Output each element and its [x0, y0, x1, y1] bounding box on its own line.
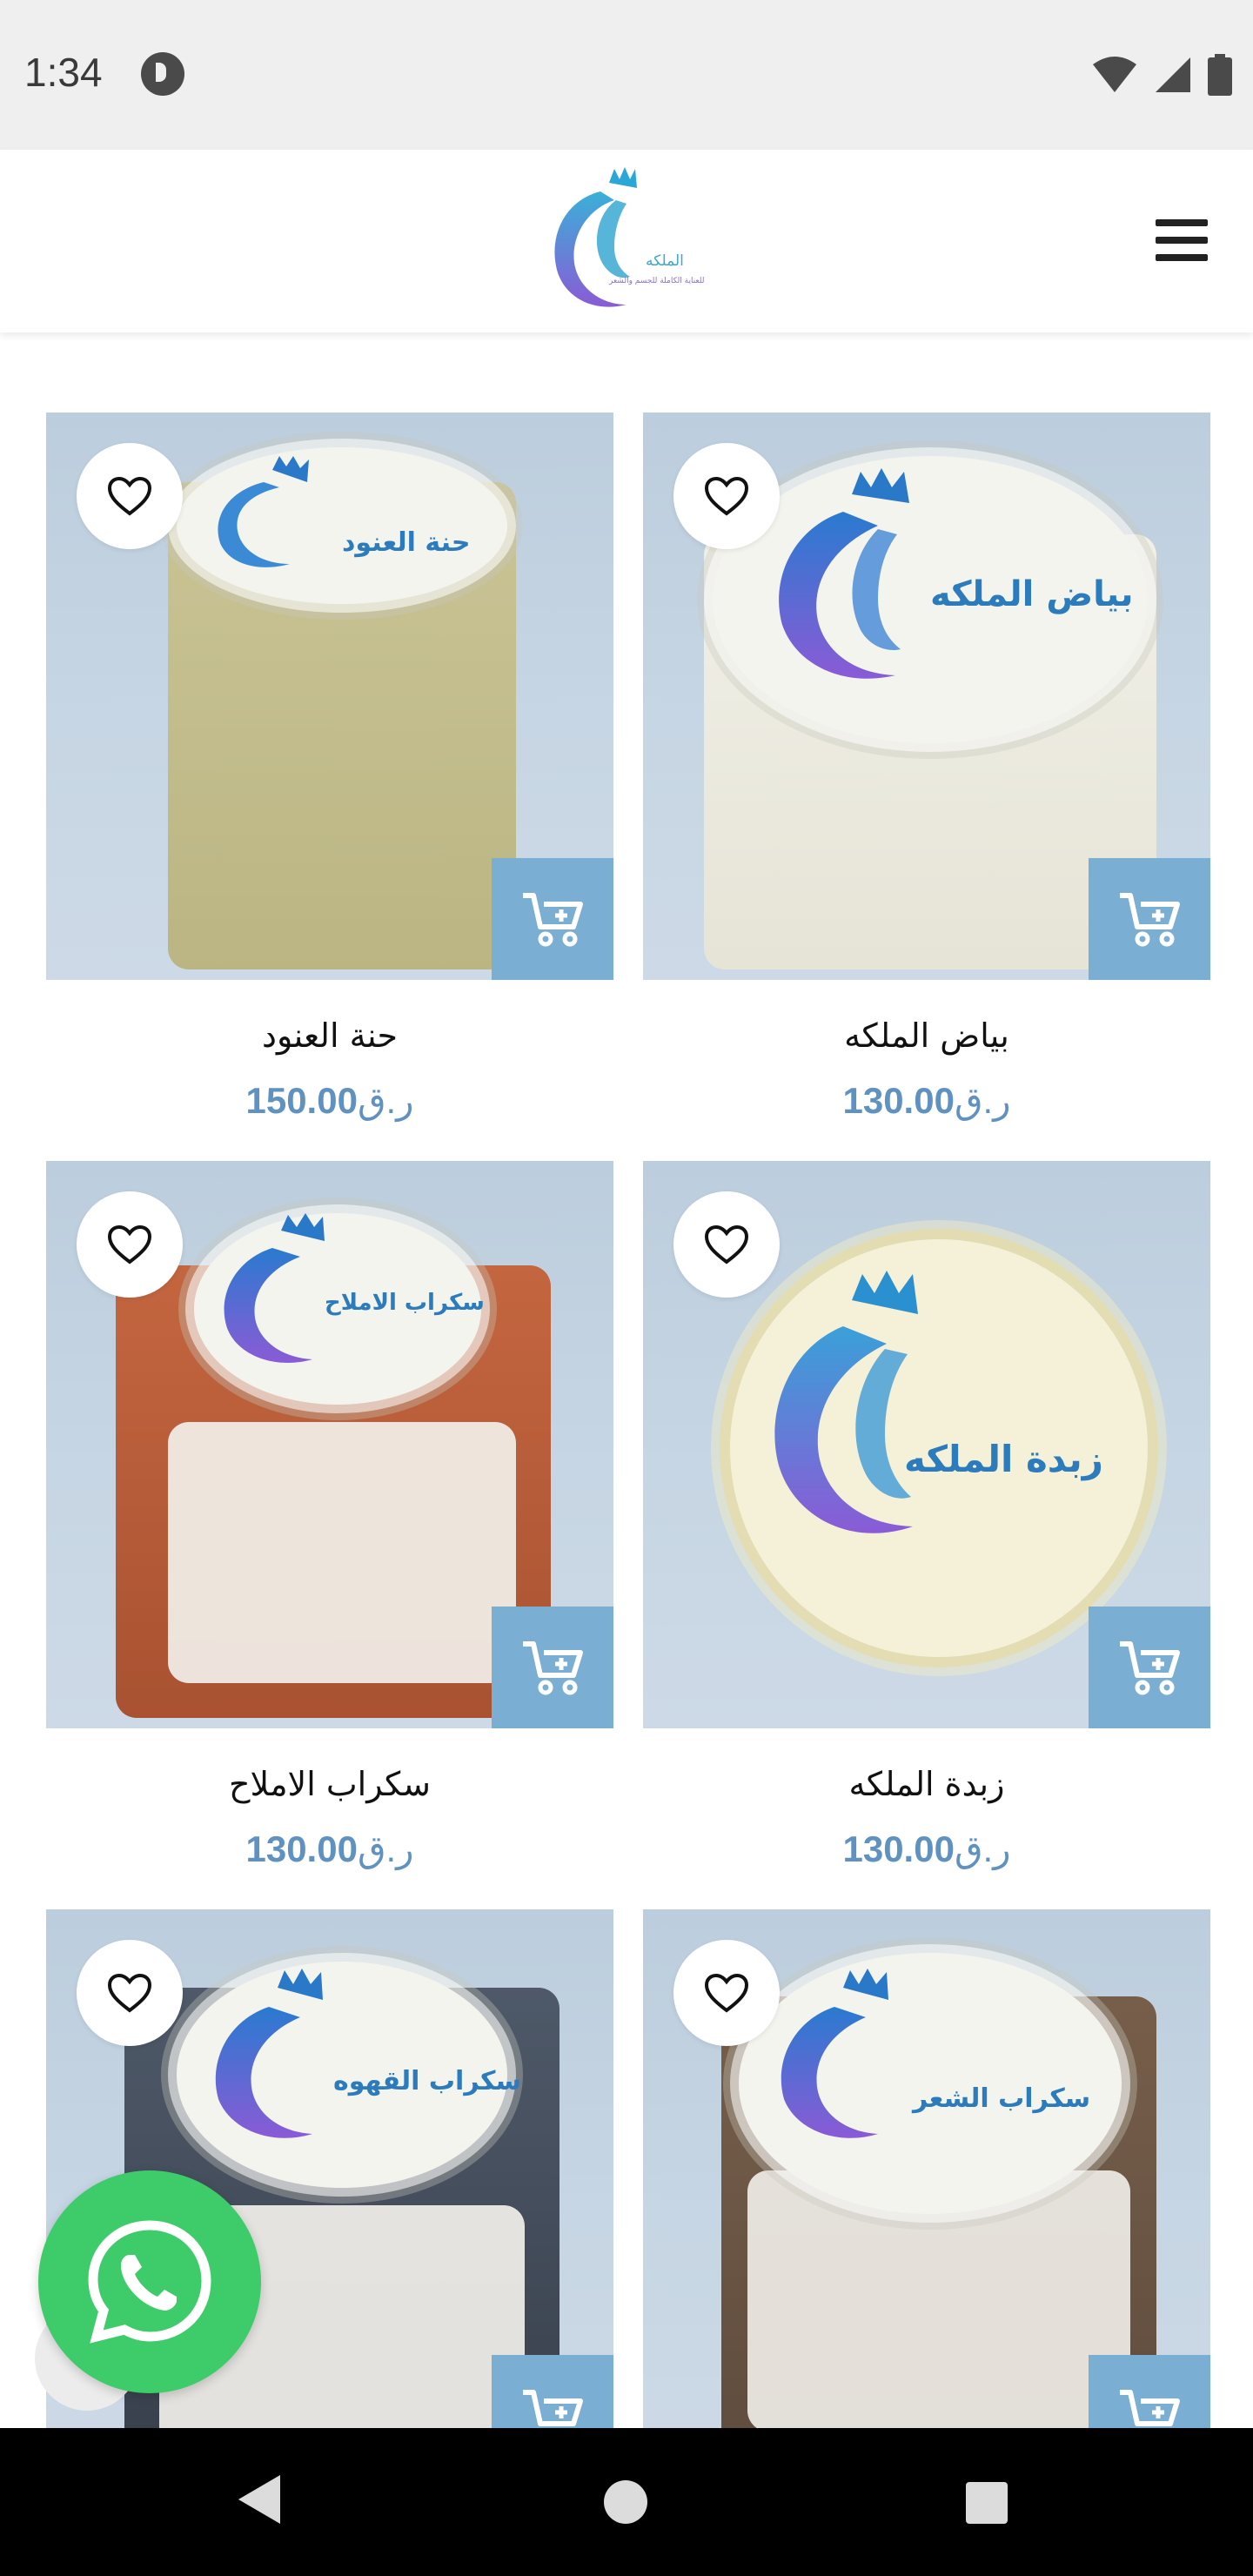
product-price: ر.ق150.00 [46, 1079, 613, 1122]
app-header: الملكه للعناية الكاملة للجسم والشعر [0, 150, 1253, 332]
jar-label-text: حنة العنود [342, 527, 471, 558]
whatsapp-button[interactable] [38, 2170, 261, 2393]
wishlist-button[interactable] [673, 443, 780, 549]
price-amount: 130.00 [245, 1828, 358, 1869]
price-currency: ر.ق [357, 1080, 414, 1121]
jar-label-text: سكراب القهوه [333, 2066, 521, 2096]
add-to-cart-button[interactable] [492, 1607, 613, 1728]
product-title[interactable]: سكراب الاملاح [46, 1765, 613, 1812]
jar-sticker [168, 1422, 516, 1683]
logo-brand-text: الملكه [646, 252, 684, 270]
wishlist-button[interactable] [77, 1191, 183, 1298]
product-title[interactable]: زبدة الملكه [643, 1765, 1210, 1812]
system-nav-bar [0, 2428, 1253, 2576]
whatsapp-icon [88, 2220, 211, 2344]
heart-icon [704, 1973, 749, 2013]
hamburger-menu-icon[interactable] [1156, 219, 1211, 265]
logo-emblem [774, 1271, 918, 1533]
price-amount: 130.00 [842, 1828, 955, 1869]
product-image[interactable]: سكراب الاملاح [46, 1161, 613, 1728]
home-icon[interactable] [604, 2480, 647, 2524]
wishlist-button[interactable] [673, 1940, 780, 2046]
status-icons [1091, 52, 1232, 97]
logo-emblem [218, 456, 309, 567]
product-card[interactable]: سكراب الاملاح سكراب الاملاح ر.ق130.00 [46, 1161, 613, 1870]
wishlist-button[interactable] [673, 1191, 780, 1298]
cart-icon [1120, 1641, 1180, 1695]
logo-emblem [554, 167, 637, 307]
product-title[interactable]: حنة العنود [46, 1016, 613, 1063]
heart-icon [704, 476, 749, 516]
battery-icon [1208, 54, 1232, 96]
price-currency: ر.ق [954, 1828, 1011, 1869]
screen: 1:34 الملكه للعناية الكاملة للجسم والشعر… [0, 0, 1253, 2576]
product-price: ر.ق130.00 [643, 1828, 1210, 1870]
back-icon[interactable] [235, 2472, 284, 2527]
logo-emblem [215, 1969, 323, 2138]
product-image[interactable]: حنة العنود [46, 413, 613, 980]
logo-emblem [224, 1213, 325, 1363]
cart-icon [523, 1641, 583, 1695]
heart-icon [704, 1224, 749, 1265]
jar-label-text: بياض الملكه [930, 574, 1134, 614]
product-price: ر.ق130.00 [643, 1079, 1210, 1122]
product-image[interactable]: زبدة الملكه [643, 1161, 1210, 1728]
heart-icon [107, 1973, 152, 2013]
product-image[interactable]: سكراب الشعر [643, 1909, 1210, 2428]
status-bar: 1:34 [0, 0, 1253, 150]
status-time: 1:34 [24, 50, 103, 95]
heart-icon [107, 1224, 152, 1265]
wishlist-button[interactable] [77, 443, 183, 549]
wifi-icon [1093, 57, 1136, 92]
wishlist-button[interactable] [77, 1940, 183, 2046]
app-notification-icon [141, 52, 184, 96]
product-price: ر.ق130.00 [46, 1828, 613, 1870]
price-amount: 130.00 [842, 1080, 955, 1121]
product-grid: حنة العنود حنة العنود ر.ق150.00 بياض الم… [0, 332, 1253, 2428]
product-card[interactable]: حنة العنود حنة العنود ر.ق150.00 [46, 413, 613, 1122]
jar-label-text: سكراب الاملاح [325, 1290, 485, 1316]
cart-icon [523, 893, 583, 947]
cart-icon [523, 2390, 583, 2426]
cellular-signal-icon [1156, 57, 1190, 92]
add-to-cart-button[interactable] [492, 858, 613, 980]
product-card[interactable]: زبدة الملكه زبدة الملكه ر.ق130.00 [643, 1161, 1210, 1870]
add-to-cart-button[interactable] [492, 2355, 613, 2428]
price-currency: ر.ق [954, 1080, 1011, 1121]
product-card[interactable]: بياض الملكه بياض الملكه ر.ق130.00 [643, 413, 1210, 1122]
product-card[interactable]: سكراب الشعر [643, 1909, 1210, 2428]
cart-icon [1120, 893, 1180, 947]
add-to-cart-button[interactable] [1089, 1607, 1210, 1728]
recents-icon[interactable] [966, 2482, 1008, 2524]
cart-icon [1120, 2390, 1180, 2426]
add-to-cart-button[interactable] [1089, 2355, 1210, 2428]
brand-logo[interactable]: الملكه للعناية الكاملة للجسم والشعر [539, 165, 714, 319]
heart-icon [107, 476, 152, 516]
product-title[interactable]: بياض الملكه [643, 1016, 1210, 1063]
product-image[interactable]: بياض الملكه [643, 413, 1210, 980]
price-amount: 150.00 [245, 1080, 358, 1121]
add-to-cart-button[interactable] [1089, 858, 1210, 980]
logo-tagline: للعناية الكاملة للجسم والشعر [609, 277, 705, 285]
price-currency: ر.ق [357, 1828, 414, 1869]
jar-label-text: سكراب الشعر [913, 2083, 1091, 2114]
